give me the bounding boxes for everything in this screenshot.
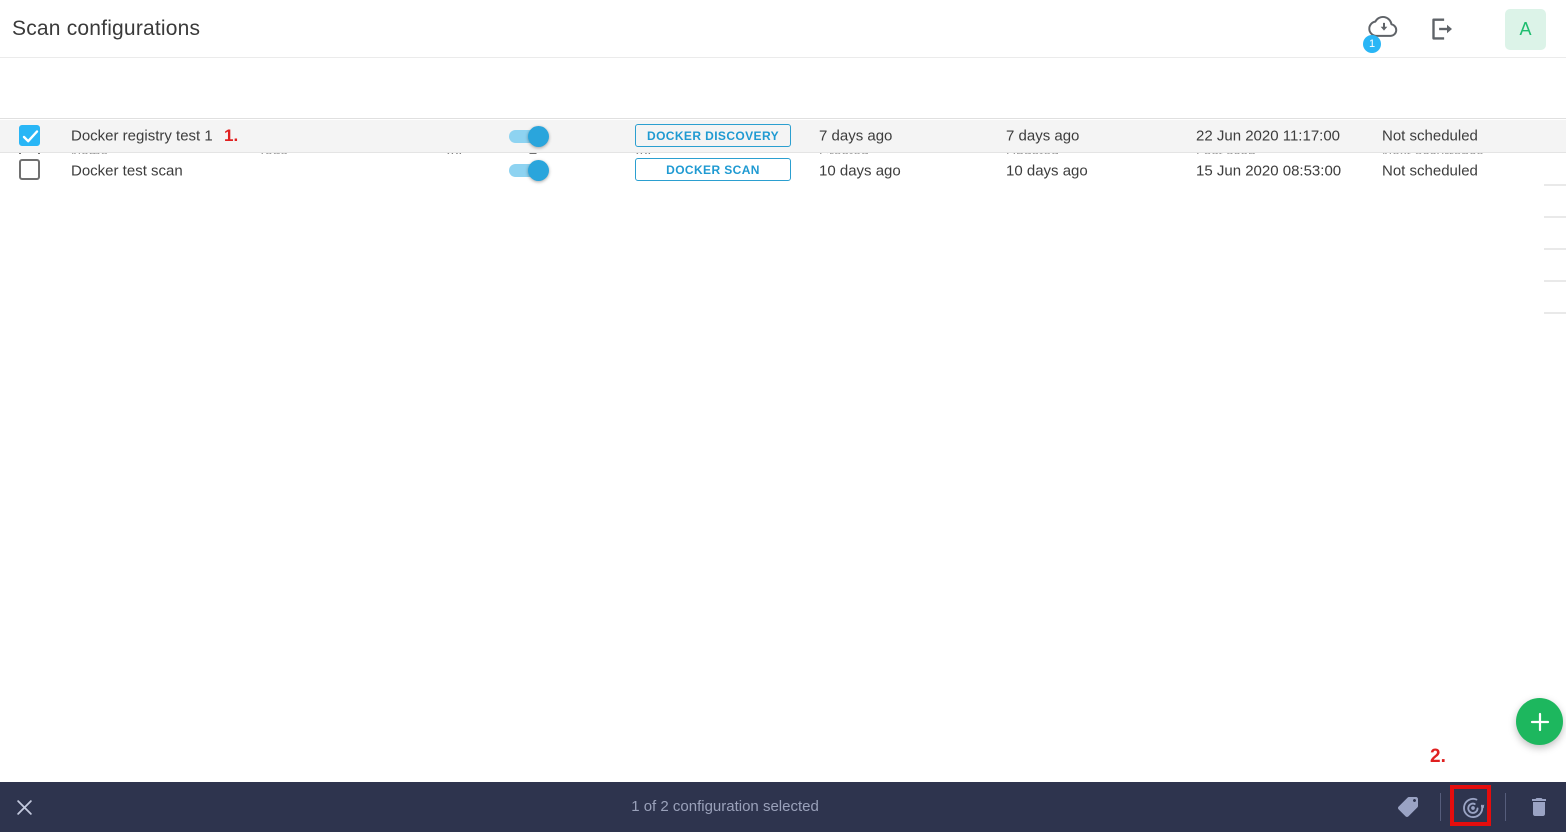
export-icon: [1426, 13, 1456, 45]
delete-button[interactable]: [1527, 795, 1551, 819]
checkmark-icon: [22, 129, 39, 144]
cloud-badge-count: 1: [1363, 35, 1381, 53]
created-value: 7 days ago: [819, 128, 892, 145]
next-occurrence-value: Not scheduled: [1382, 128, 1478, 145]
toggle-knob: [528, 126, 549, 147]
row-checkbox-unchecked[interactable]: [19, 159, 40, 180]
row-divider: [1544, 280, 1566, 282]
row-divider: [1544, 184, 1566, 186]
config-name[interactable]: Docker test scan: [71, 162, 183, 179]
edit-tags-button[interactable]: [1396, 795, 1420, 819]
selection-status-text: 1 of 2 configuration selected: [0, 782, 1450, 832]
selection-action-bar: 1 of 2 configuration selected: [0, 782, 1566, 832]
add-scan-config-button[interactable]: [1516, 698, 1563, 745]
config-name[interactable]: Docker registry test 1: [71, 128, 213, 145]
annotation-highlight-box: [1450, 785, 1491, 826]
annotation-2: 2.: [1430, 746, 1446, 768]
last-scan-value: 15 Jun 2020 08:53:00: [1196, 162, 1341, 179]
table-header: Name Tags Enabled All Template All Creat…: [0, 59, 1566, 119]
app-header: Scan configurations 1 A: [0, 0, 1566, 58]
annotation-1: 1.: [224, 126, 238, 146]
plus-icon: [1528, 710, 1552, 734]
updated-value: 10 days ago: [1006, 162, 1088, 179]
toolbar-divider: [1505, 793, 1506, 821]
next-occurrence-value: Not scheduled: [1382, 162, 1478, 179]
last-scan-value: 22 Jun 2020 11:17:00: [1196, 128, 1340, 145]
trash-icon: [1527, 795, 1551, 819]
template-badge[interactable]: DOCKER DISCOVERY: [635, 124, 791, 147]
user-avatar[interactable]: A: [1505, 9, 1546, 50]
toolbar-divider: [1440, 793, 1441, 821]
template-badge[interactable]: DOCKER SCAN: [635, 158, 791, 181]
created-value: 10 days ago: [819, 162, 901, 179]
tag-icon: [1396, 795, 1420, 819]
updated-value: 7 days ago: [1006, 128, 1079, 145]
cloud-download-button[interactable]: 1: [1362, 10, 1406, 56]
table-row[interactable]: Docker registry test 1 1. DOCKER DISCOVE…: [0, 120, 1566, 153]
page-title: Scan configurations: [12, 17, 200, 41]
row-divider: [1544, 248, 1566, 250]
row-divider: [1544, 312, 1566, 314]
toggle-knob: [528, 160, 549, 181]
enabled-toggle[interactable]: [509, 164, 543, 177]
table-row[interactable]: Docker test scan DOCKER SCAN 10 days ago…: [0, 154, 1566, 187]
row-checkbox-checked[interactable]: [19, 125, 40, 146]
scan-configurations-page: Scan configurations 1 A Name Tags Enable…: [0, 0, 1566, 832]
enabled-toggle[interactable]: [509, 130, 543, 143]
export-button[interactable]: [1426, 13, 1456, 45]
row-divider: [1544, 216, 1566, 218]
